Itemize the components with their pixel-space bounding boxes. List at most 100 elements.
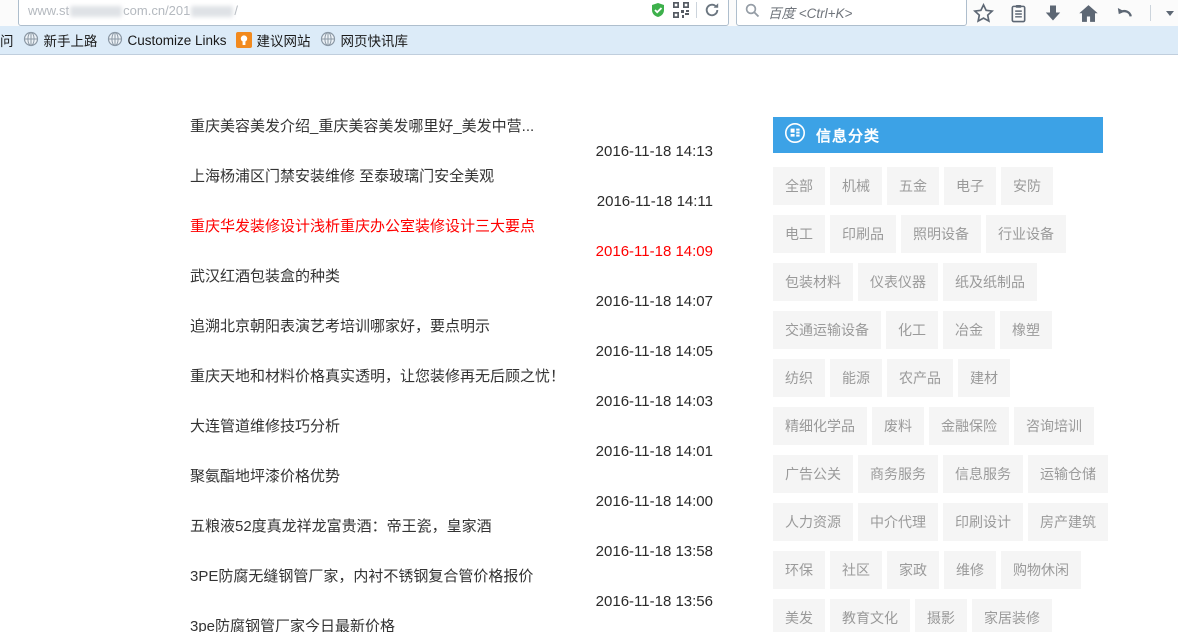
category-panel-title: 信息分类 [816,125,880,146]
category-button[interactable]: 购物休闲 [1001,551,1081,589]
category-row: 电工印刷品照明设备行业设备 [773,215,1103,253]
category-button[interactable]: 印刷设计 [943,503,1023,541]
bookmark-item[interactable]: 新手上路 [23,30,98,50]
redacted-url-segment [191,6,233,17]
article-title-link[interactable]: 聚氨酯地坪漆价格优势 [190,464,713,489]
bookmark-item[interactable]: 问 [0,30,14,50]
category-button[interactable]: 能源 [830,359,882,397]
category-button[interactable]: 全部 [773,167,825,205]
clipboard-icon[interactable] [1009,3,1028,24]
category-row: 环保社区家政维修购物休闲 [773,551,1103,589]
category-button[interactable]: 维修 [944,551,996,589]
toolbar-separator [696,2,697,18]
category-button[interactable]: 商务服务 [858,455,938,493]
article-title-link[interactable]: 重庆天地和材料价格真实透明，让您装修再无后顾之忧！ [190,364,713,389]
article-timestamp: 2016-11-18 13:56 [190,589,713,614]
category-button[interactable]: 行业设备 [986,215,1066,253]
category-button[interactable]: 化工 [886,311,938,349]
home-icon[interactable] [1078,3,1099,24]
category-button[interactable]: 中介代理 [858,503,938,541]
article-title-link[interactable]: 上海杨浦区门禁安装维修 至泰玻璃门安全美观 [190,164,713,189]
bookmark-label: 问 [0,30,14,50]
download-icon[interactable] [1043,3,1063,23]
category-row: 精细化学品废料金融保险咨询培训 [773,407,1103,445]
category-button[interactable]: 纺织 [773,359,825,397]
category-button[interactable]: 信息服务 [943,455,1023,493]
bookmark-label: Customize Links [128,33,227,48]
article-title-link[interactable]: 五粮液52度真龙祥龙富贵酒：帝王瓷，皇家酒 [190,514,713,539]
category-button[interactable]: 家居装修 [972,599,1052,632]
globe-icon [107,31,123,50]
category-button[interactable]: 房产建筑 [1028,503,1108,541]
article-title-link[interactable]: 武汉红酒包装盒的种类 [190,264,713,289]
url-text: www.stcom.cn/201/ [28,3,238,18]
undo-icon[interactable] [1114,4,1135,23]
article-item: 聚氨酯地坪漆价格优势 2016-11-18 14:00 [190,464,713,514]
search-input[interactable]: 百度 <Ctrl+K> [736,0,967,26]
article-title-link[interactable]: 3pe防腐钢管厂家今日最新价格 [190,614,713,632]
category-button[interactable]: 废料 [872,407,924,445]
category-row: 美发教育文化摄影家居装修 [773,599,1103,632]
article-timestamp: 2016-11-18 14:09 [190,239,713,264]
bookmark-item[interactable]: 网页快讯库 [320,30,409,50]
category-button[interactable]: 仪表仪器 [858,263,938,301]
article-timestamp: 2016-11-18 14:01 [190,439,713,464]
article-item: 3PE防腐无缝钢管厂家，内衬不锈钢复合管价格报价 2016-11-18 13:5… [190,564,713,614]
category-button[interactable]: 农产品 [887,359,953,397]
qr-code-icon[interactable] [673,2,689,18]
category-button[interactable]: 摄影 [915,599,967,632]
reload-icon[interactable] [704,2,720,18]
category-row: 包装材料仪表仪器纸及纸制品 [773,263,1103,301]
category-panel: 信息分类 全部机械五金电子安防电工印刷品照明设备行业设备包装材料仪表仪器纸及纸制… [773,117,1103,632]
article-timestamp: 2016-11-18 14:07 [190,289,713,314]
category-button[interactable]: 家政 [887,551,939,589]
article-title-link[interactable]: 重庆华发装修设计浅析重庆办公室装修设计三大要点 [190,214,713,239]
article-title-link[interactable]: 追溯北京朝阳表演艺考培训哪家好，要点明示 [190,314,713,339]
category-button[interactable]: 电子 [944,167,996,205]
article-title-link[interactable]: 大连管道维修技巧分析 [190,414,713,439]
category-button[interactable]: 电工 [773,215,825,253]
category-button[interactable]: 社区 [830,551,882,589]
category-button[interactable]: 环保 [773,551,825,589]
star-icon[interactable] [973,3,994,24]
bookmark-label: 建议网站 [257,30,311,50]
category-button[interactable]: 冶金 [943,311,995,349]
category-button[interactable]: 纸及纸制品 [943,263,1037,301]
dropdown-caret-icon[interactable] [1166,11,1174,16]
bookmark-item[interactable]: Customize Links [107,31,227,50]
article-item: 重庆天地和材料价格真实透明，让您装修再无后顾之忧！ 2016-11-18 14:… [190,364,713,414]
category-button[interactable]: 金融保险 [929,407,1009,445]
bookmarks-bar: 问 新手上路 Customize Links 建议网站 网页快讯库 [0,26,1178,55]
article-timestamp: 2016-11-18 14:00 [190,489,713,514]
category-button[interactable]: 建材 [958,359,1010,397]
category-panel-header: 信息分类 [773,117,1103,153]
category-row: 人力资源中介代理印刷设计房产建筑 [773,503,1103,541]
category-grid-icon [784,122,806,149]
globe-icon [23,31,39,50]
security-shield-icon[interactable] [650,2,666,18]
category-button[interactable]: 包装材料 [773,263,853,301]
category-button[interactable]: 机械 [830,167,882,205]
article-item: 追溯北京朝阳表演艺考培训哪家好，要点明示 2016-11-18 14:05 [190,314,713,364]
category-button[interactable]: 安防 [1001,167,1053,205]
category-button[interactable]: 交通运输设备 [773,311,881,349]
category-button[interactable]: 精细化学品 [773,407,867,445]
category-button[interactable]: 教育文化 [830,599,910,632]
category-button[interactable]: 照明设备 [901,215,981,253]
category-button[interactable]: 美发 [773,599,825,632]
bookmark-item[interactable]: 建议网站 [236,30,311,50]
category-button[interactable]: 印刷品 [830,215,896,253]
category-button[interactable]: 咨询培训 [1014,407,1094,445]
category-button[interactable]: 五金 [887,167,939,205]
article-list: 重庆美容美发介绍_重庆美容美发哪里好_美发中营... 2016-11-18 14… [190,114,713,632]
address-bar[interactable]: www.stcom.cn/201/ [18,0,729,26]
category-row: 全部机械五金电子安防 [773,167,1103,205]
category-button[interactable]: 运输仓储 [1028,455,1108,493]
category-button[interactable]: 人力资源 [773,503,853,541]
article-item: 3pe防腐钢管厂家今日最新价格 [190,614,713,632]
category-button[interactable]: 广告公关 [773,455,853,493]
category-button[interactable]: 橡塑 [1000,311,1052,349]
article-title-link[interactable]: 3PE防腐无缝钢管厂家，内衬不锈钢复合管价格报价 [190,564,713,589]
article-timestamp: 2016-11-18 14:05 [190,339,713,364]
article-title-link[interactable]: 重庆美容美发介绍_重庆美容美发哪里好_美发中营... [190,114,713,139]
